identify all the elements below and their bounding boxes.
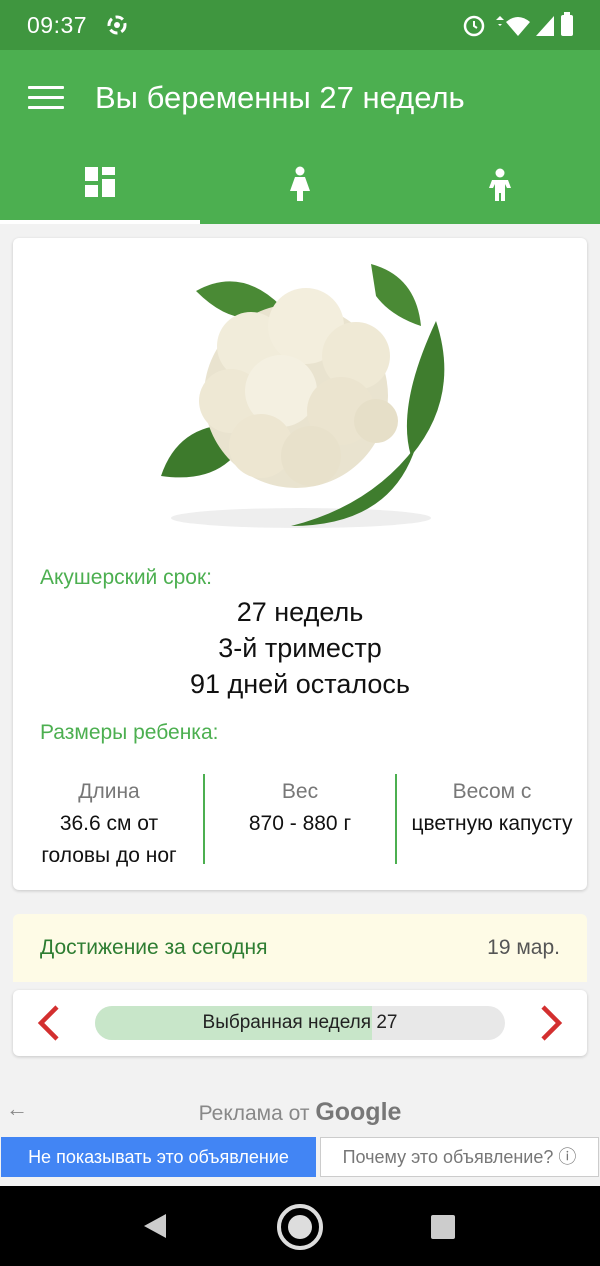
compare-column: Весом с цветную капусту [397,776,587,840]
battery-icon [561,12,573,36]
tab-baby[interactable] [400,158,600,224]
length-column: Длина 36.6 см от головы до ног [13,776,205,872]
term-label: Акушерский срок: [40,566,212,589]
nav-back-icon[interactable] [140,1211,170,1241]
alarm-icon [463,15,485,37]
nav-recents-icon[interactable] [430,1214,456,1240]
woman-icon [290,166,310,201]
status-bar: 09:37 [0,0,600,50]
chevron-left-icon[interactable] [31,1004,67,1042]
status-time: 09:37 [27,12,88,38]
app-bar: Вы беременны 27 недель [0,50,600,224]
week-selector: Выбранная неделя 27 [13,990,587,1056]
length-value-line1: 36.6 см от [59,812,159,835]
signal-icon [536,16,554,36]
wifi-icon [496,16,530,36]
weight-value: 870 - 880 г [248,812,352,835]
chevron-right-icon[interactable] [533,1004,569,1042]
baby-icon [489,168,511,201]
size-label: Размеры ребенка: [40,721,219,744]
selected-week-label: Выбранная неделя 27 [202,1012,398,1033]
achievement-banner[interactable]: Достижение за сегодня 19 мар. [13,914,587,982]
tab-dashboard[interactable] [0,158,200,224]
menu-icon[interactable] [28,86,64,114]
achievement-date: 19 мар. [487,936,560,959]
weeks-value: 27 недель [236,597,364,627]
cauliflower-image [161,264,445,528]
ad-label: Реклама от Google [0,1098,600,1127]
system-nav-bar [0,1186,600,1266]
compare-header: Весом с [452,780,532,803]
length-header: Длина [78,780,140,803]
trimester-value: 3-й триместр [218,633,382,663]
hide-ad-button[interactable]: Не показывать это объявление [1,1137,316,1177]
weight-header: Вес [281,780,319,803]
pregnancy-info-card: Акушерский срок: 27 недель 3-й триместр … [13,238,587,890]
tab-indicator [0,220,200,224]
achievement-title: Достижение за сегодня [40,936,268,959]
week-progress-bar[interactable]: Выбранная неделя 27 [95,1006,505,1040]
compare-value: цветную капусту [411,812,573,835]
weight-column: Вес 870 - 880 г [205,776,395,840]
ad-label-prefix: Реклама от [198,1102,310,1125]
page-title: Вы беременны 27 недель [95,80,465,115]
length-value-line2: головы до ног [41,844,177,867]
notification-icon [107,15,127,35]
days-left-value: 91 дней осталось [189,669,411,699]
why-ad-button[interactable]: Почему это объявление? ⓘ [320,1137,599,1177]
nav-home-icon[interactable] [275,1202,325,1252]
tab-mother[interactable] [200,158,400,224]
google-logo: Google [315,1098,402,1126]
dashboard-icon [85,167,115,197]
